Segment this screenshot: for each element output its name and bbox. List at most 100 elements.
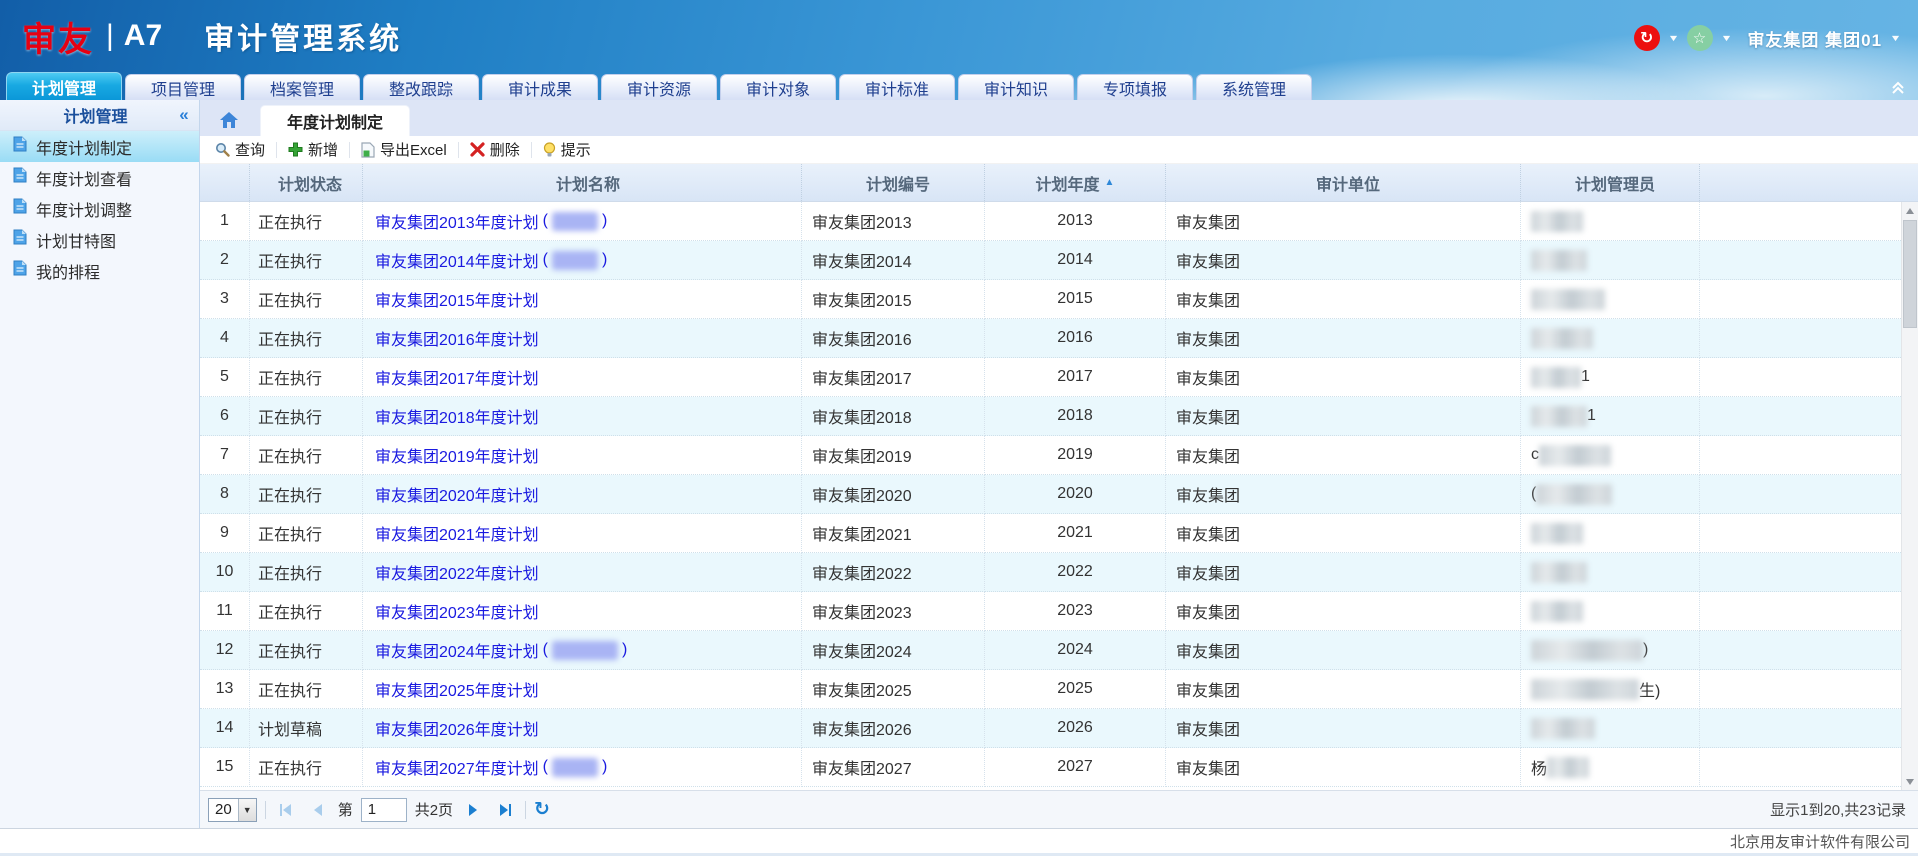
table-row[interactable]: 13正在执行审友集团2025年度计划审友集团20252025审友集团生): [200, 670, 1901, 709]
sidebar-item-计划甘特图[interactable]: 计划甘特图: [0, 224, 199, 255]
scrollbar-track[interactable]: [1902, 219, 1918, 773]
nav-tab-审计标准[interactable]: 审计标准: [839, 74, 955, 100]
plan-name-cell: 审友集团2016年度计划: [363, 319, 802, 358]
add-button[interactable]: 新增: [279, 138, 347, 162]
first-page-button[interactable]: [274, 798, 298, 822]
table-row[interactable]: 8正在执行审友集团2020年度计划审友集团20202020审友集团(: [200, 475, 1901, 514]
nav-tab-专项填报[interactable]: 专项填报: [1077, 74, 1193, 100]
table-row[interactable]: 15正在执行审友集团2027年度计划 ( )审友集团20272027审友集团杨: [200, 748, 1901, 787]
table-row[interactable]: 5正在执行审友集团2017年度计划审友集团20172017审友集团1: [200, 358, 1901, 397]
row-number-cell: 3: [200, 280, 250, 319]
scrollbar-thumb[interactable]: [1903, 220, 1917, 328]
plan-name-text: 审友集团2023年度计划: [375, 599, 539, 623]
table-row[interactable]: 1正在执行审友集团2013年度计划 ( )审友集团20132013审友集团: [200, 202, 1901, 241]
tip-button[interactable]: 提示: [534, 138, 600, 162]
vertical-scrollbar[interactable]: [1901, 202, 1918, 790]
plan-name-link[interactable]: 审友集团2026年度计划: [375, 716, 539, 740]
plan-name-link[interactable]: 审友集团2019年度计划: [375, 443, 539, 467]
table-row[interactable]: 7正在执行审友集团2019年度计划审友集团20192019审友集团c: [200, 436, 1901, 475]
export-excel-button[interactable]: 导出Excel: [352, 138, 456, 162]
plan-status-cell: 正在执行: [250, 514, 363, 553]
column-header-计划名称[interactable]: 计划名称: [363, 164, 802, 201]
nav-tab-计划管理[interactable]: 计划管理: [6, 72, 122, 100]
sidebar-item-年度计划调整[interactable]: 年度计划调整: [0, 193, 199, 224]
row-number-cell: 12: [200, 631, 250, 670]
plan-year-cell: 2022: [985, 553, 1166, 592]
toolbar-divider: [531, 142, 532, 158]
reload-icon[interactable]: ↻: [534, 800, 550, 819]
column-header-计划年度[interactable]: 计划年度▲: [985, 164, 1166, 201]
current-org-label[interactable]: 审友集团 集团01: [1747, 26, 1882, 51]
column-header-rownum[interactable]: [200, 164, 250, 201]
chevron-down-icon[interactable]: ▼: [1667, 33, 1679, 43]
plan-name-link[interactable]: 审友集团2013年度计划 ( ): [375, 209, 607, 233]
plan-name-link[interactable]: 审友集团2014年度计划 ( ): [375, 248, 607, 272]
sidebar-item-年度计划查看[interactable]: 年度计划查看: [0, 162, 199, 193]
page-number-input[interactable]: [361, 798, 407, 822]
collapse-header-icon[interactable]: [1890, 79, 1906, 95]
search-button[interactable]: 查询: [206, 138, 274, 162]
table-row[interactable]: 14计划草稿审友集团2026年度计划审友集团20262026审友集团: [200, 709, 1901, 748]
plan-name-link[interactable]: 审友集团2020年度计划: [375, 482, 539, 506]
delete-button[interactable]: 删除: [461, 138, 529, 162]
scroll-up-icon[interactable]: [1902, 202, 1918, 219]
nav-tab-审计资源[interactable]: 审计资源: [601, 74, 717, 100]
nav-tab-审计对象[interactable]: 审计对象: [720, 74, 836, 100]
nav-tab-档案管理[interactable]: 档案管理: [244, 74, 360, 100]
page-size-select[interactable]: 20 ▼: [208, 798, 257, 822]
audit-unit-cell: 审友集团: [1166, 241, 1521, 280]
sidebar-item-年度计划制定[interactable]: 年度计划制定: [0, 131, 199, 162]
table-row[interactable]: 3正在执行审友集团2015年度计划审友集团20152015审友集团: [200, 280, 1901, 319]
column-header-label: 计划编号: [866, 171, 930, 195]
favorites-star-icon[interactable]: ☆: [1687, 25, 1713, 51]
column-header-label: 计划状态: [278, 171, 342, 195]
home-icon[interactable]: [212, 106, 246, 134]
plan-name-link[interactable]: 审友集团2023年度计划: [375, 599, 539, 623]
plan-name-link[interactable]: 审友集团2025年度计划: [375, 677, 539, 701]
plan-name-link[interactable]: 审友集团2024年度计划 ( ): [375, 638, 627, 662]
table-row[interactable]: 10正在执行审友集团2022年度计划审友集团20222022审友集团: [200, 553, 1901, 592]
table-row[interactable]: 2正在执行审友集团2014年度计划 ( )审友集团20142014审友集团: [200, 241, 1901, 280]
plan-name-text: 审友集团2020年度计划: [375, 482, 539, 506]
column-header-计划状态[interactable]: 计划状态: [250, 164, 363, 201]
sidebar-collapse-icon[interactable]: «: [169, 105, 199, 125]
nav-tab-系统管理[interactable]: 系统管理: [1196, 74, 1312, 100]
table-row[interactable]: 12正在执行审友集团2024年度计划 ( )审友集团20242024审友集团): [200, 631, 1901, 670]
manager-suffix: 1: [1581, 368, 1590, 386]
plan-name-link[interactable]: 审友集团2022年度计划: [375, 560, 539, 584]
chevron-down-icon[interactable]: ▼: [1720, 33, 1732, 43]
table-row[interactable]: 6正在执行审友集团2018年度计划审友集团20182018审友集团1: [200, 397, 1901, 436]
table-header-row: 计划状态计划名称 计划编号 计划年度▲ 审计单位 计划管理员: [200, 164, 1918, 202]
nav-tab-项目管理[interactable]: 项目管理: [125, 74, 241, 100]
table-row[interactable]: 11正在执行审友集团2023年度计划审友集团20232023审友集团: [200, 592, 1901, 631]
plan-name-link[interactable]: 审友集团2018年度计划: [375, 404, 539, 428]
plan-year-cell: 2025: [985, 670, 1166, 709]
last-page-button[interactable]: [493, 798, 517, 822]
footer-bar: 北京用友审计软件有限公司: [0, 828, 1918, 856]
plan-name-link[interactable]: 审友集团2015年度计划: [375, 287, 539, 311]
nav-tab-审计知识[interactable]: 审计知识: [958, 74, 1074, 100]
column-header-计划管理员[interactable]: 计划管理员: [1521, 164, 1700, 201]
column-header-label: 审计单位: [1316, 171, 1380, 195]
sidebar-item-我的排程[interactable]: 我的排程: [0, 255, 199, 286]
table-row[interactable]: 9正在执行审友集团2021年度计划审友集团20212021审友集团: [200, 514, 1901, 553]
plan-name-link[interactable]: 审友集团2017年度计划: [375, 365, 539, 389]
next-page-button[interactable]: [461, 798, 485, 822]
table-row[interactable]: 4正在执行审友集团2016年度计划审友集团20162016审友集团: [200, 319, 1901, 358]
column-header-计划编号[interactable]: 计划编号: [802, 164, 985, 201]
redacted-text: [1531, 211, 1583, 232]
plan-name-link[interactable]: 审友集团2021年度计划: [375, 521, 539, 545]
column-header-审计单位[interactable]: 审计单位: [1166, 164, 1521, 201]
scroll-down-icon[interactable]: [1902, 773, 1918, 790]
plan-name-link[interactable]: 审友集团2027年度计划 ( ): [375, 755, 607, 779]
plan-year-cell: 2016: [985, 319, 1166, 358]
nav-tab-整改跟踪[interactable]: 整改跟踪: [363, 74, 479, 100]
paren-open: (: [543, 212, 548, 230]
tab-annual-plan[interactable]: 年度计划制定: [260, 105, 410, 136]
plan-name-link[interactable]: 审友集团2016年度计划: [375, 326, 539, 350]
nav-tab-审计成果[interactable]: 审计成果: [482, 74, 598, 100]
chevron-down-icon[interactable]: ▼: [1890, 33, 1902, 43]
prev-page-button[interactable]: [306, 798, 330, 822]
refresh-icon[interactable]: ↻: [1634, 25, 1660, 51]
manager-prefix: 杨: [1531, 755, 1547, 779]
